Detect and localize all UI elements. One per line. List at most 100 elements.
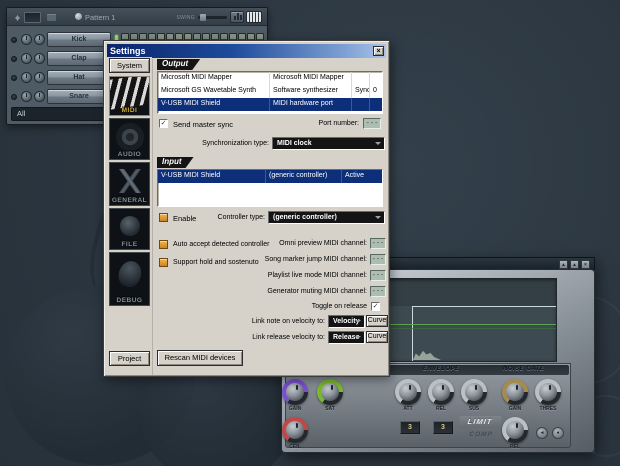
knob-label: THRES [527,406,569,412]
rescan-midi-devices-button[interactable]: Rescan MIDI devices [157,350,243,366]
controller-type-dropdown[interactable]: (generic controller) [268,211,385,224]
channel-mute-led[interactable] [11,75,17,81]
round-arrow-button[interactable]: ◄ [536,427,548,439]
detach-up-icon[interactable]: ▴ [570,260,579,269]
sustain-knob[interactable]: SUS [461,379,487,405]
device-type: MIDI hardware port [270,98,352,111]
curve-button-release[interactable]: Curve [366,331,388,343]
device-name: V-USB MIDI Shield [158,170,266,183]
auto-accept-checkbox[interactable] [159,240,168,249]
release-curve-display[interactable]: 3 [433,421,453,434]
channel-button-snare[interactable]: Snare [47,89,111,104]
channel-mute-led[interactable] [11,94,17,100]
channel-button-hat[interactable]: Hat [47,70,111,85]
device-sync [352,98,370,111]
pan-knob[interactable] [21,91,32,102]
round-dot-button[interactable]: ● [552,427,564,439]
saturation-knob[interactable]: SAT [317,379,343,405]
device-sync: Sync [352,85,370,98]
pattern-selector[interactable]: Pattern 1 [85,13,115,22]
volume-knob[interactable] [34,91,45,102]
input-device-list[interactable]: V-USB MIDI Shield (generic controller) A… [157,169,383,207]
bug-icon [116,258,145,290]
send-master-sync-checkbox[interactable]: ✓ [159,119,168,128]
link-note-label: Link note on velocity to: [213,318,325,325]
swing-label: SWING [177,15,195,21]
port-number-display[interactable]: --- [363,118,381,129]
volume-knob[interactable] [34,34,45,45]
rack-menu-icon[interactable] [17,15,23,21]
settings-sidebar: System MIDI AUDIO GENERAL FILE DEBUG [107,57,152,373]
gate-gain-knob[interactable]: GAIN [502,379,528,405]
song-marker-display[interactable]: --- [370,254,386,265]
volume-knob[interactable] [34,72,45,83]
sidebar-item-midi[interactable]: MIDI [109,76,150,116]
sidebar-item-label: FILE [110,241,149,248]
settings-titlebar[interactable]: Settings × [107,44,386,58]
omni-preview-display[interactable]: --- [370,238,386,249]
playlist-live-display[interactable]: --- [370,270,386,281]
loudness-gain-knob[interactable]: GAIN [282,379,308,405]
toggle-on-release-checkbox[interactable]: ✓ [371,302,380,311]
sidebar-item-file[interactable]: FILE [109,208,150,250]
link-release-dropdown[interactable]: Release [328,331,365,344]
output-device-list[interactable]: Microsoft MIDI Mapper Microsoft MIDI Map… [157,71,383,114]
support-hold-label: Support hold and sostenuto [173,259,259,266]
device-port [370,72,382,85]
release-knob[interactable]: REL [428,379,454,405]
tab-limit[interactable]: LIMIT [458,416,502,428]
section-label-noisegate: NOISE GATE [503,366,545,372]
desktop: Pattern 1 SWING Kick Clap [0,0,620,466]
gate-threshold-knob[interactable]: THRES [535,379,561,405]
table-row-selected[interactable]: V-USB MIDI Shield MIDI hardware port [158,98,382,111]
support-hold-checkbox[interactable] [159,258,168,267]
sidebar-item-debug[interactable]: DEBUG [109,252,150,306]
detach-up-icon[interactable]: ▴ [559,260,568,269]
crossed-tools-icon [114,169,146,193]
table-row[interactable]: Microsoft GS Wavetable Synth Software sy… [158,85,382,98]
channel-mute-led[interactable] [11,56,17,62]
generator-muting-display[interactable]: --- [370,286,386,297]
waveform-preview [413,347,441,360]
link-note-dropdown[interactable]: Velocity [328,315,365,328]
swing-slider-thumb[interactable] [200,14,206,21]
volume-knob[interactable] [34,53,45,64]
input-section-header: Input [157,157,194,168]
attack-curve-display[interactable]: 3 [400,421,420,434]
tab-project[interactable]: Project [109,351,150,366]
keyboard-editor-button[interactable] [246,11,262,23]
gate-release-knob[interactable]: REL [502,417,528,443]
close-icon[interactable]: × [581,260,590,269]
rack-mini-display[interactable] [24,12,41,23]
settings-title: Settings [110,46,146,56]
tab-system[interactable]: System [109,58,150,73]
channel-rack-titlebar[interactable]: Pattern 1 SWING [7,8,267,26]
swing-slider[interactable] [198,16,227,19]
table-row-selected[interactable]: V-USB MIDI Shield (generic controller) A… [158,170,382,183]
device-type: Microsoft MIDI Mapper [270,72,352,85]
disc-icon [120,216,140,236]
settings-main-panel: Output Microsoft MIDI Mapper Microsoft M… [152,59,388,375]
channel-mute-led[interactable] [11,37,17,43]
graph-editor-button[interactable] [230,11,244,23]
close-button[interactable]: × [373,46,384,56]
pan-knob[interactable] [21,72,32,83]
sidebar-item-general[interactable]: GENERAL [109,162,150,206]
channel-button-kick[interactable]: Kick [47,32,111,47]
attack-knob[interactable]: ATT [395,379,421,405]
enable-checkbox[interactable] [159,213,168,222]
speaker-icon [116,123,144,151]
sync-type-dropdown[interactable]: MIDI clock [272,137,385,150]
sync-type-label: Synchronization type: [153,140,269,147]
curve-button-note[interactable]: Curve [366,315,388,327]
tab-comp[interactable]: COMP [463,430,498,439]
table-row[interactable]: Microsoft MIDI Mapper Microsoft MIDI Map… [158,72,382,85]
pan-knob[interactable] [21,53,32,64]
pan-knob[interactable] [21,34,32,45]
sidebar-item-audio[interactable]: AUDIO [109,118,150,160]
pattern-info-icon [75,13,82,20]
rack-options-icon[interactable] [47,14,56,21]
channel-button-clap[interactable]: Clap [47,51,111,66]
playlist-live-label: Playlist live mode MIDI channel: [253,272,367,279]
ceiling-knob[interactable]: CEIL [282,417,308,443]
